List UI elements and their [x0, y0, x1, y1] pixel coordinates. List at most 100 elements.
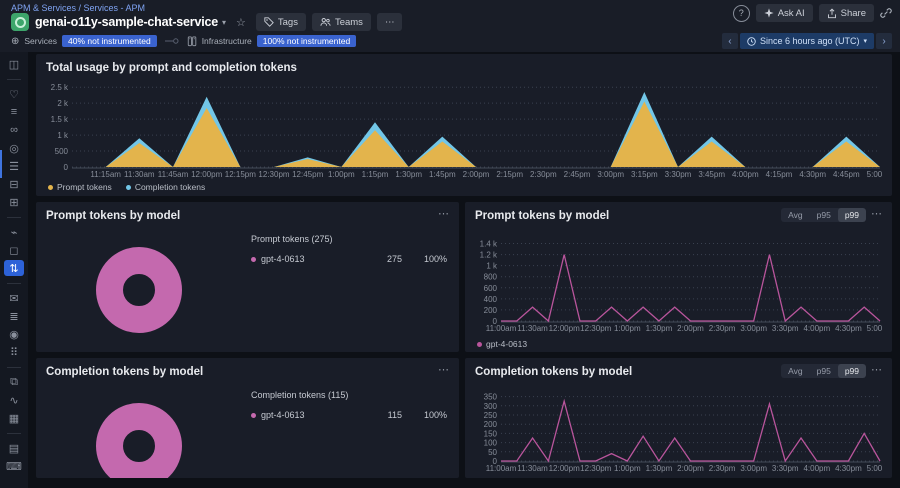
model-percent: 100% [407, 254, 447, 264]
legend-item-completion-tokens[interactable]: Completion tokens [126, 182, 205, 192]
sidebar-item-monitors[interactable]: ⌁ [4, 224, 24, 240]
panel-completion-tokens-line: Completion tokens by model Avg p95 p99 ⋯… [465, 358, 892, 478]
share-button[interactable]: Share [819, 4, 874, 22]
time-range-picker: ‹ Since 6 hours ago (UTC) ▾ › [722, 33, 892, 49]
copy-link-icon[interactable] [880, 7, 892, 19]
toggle-p99[interactable]: p99 [838, 208, 866, 222]
connector-icon [165, 37, 179, 45]
svg-text:1:15pm: 1:15pm [362, 170, 389, 179]
panel-options-icon[interactable]: ⋯ [438, 363, 449, 376]
teams-button[interactable]: Teams [312, 13, 371, 31]
sidebar-item-infrastructure[interactable]: ▤ [4, 440, 24, 456]
panel-prompt-tokens-donut: Prompt tokens by model ⋯ Prompt tokens (… [36, 202, 459, 352]
sidebar-item-security[interactable]: ◉ [4, 326, 24, 342]
time-forward-button[interactable]: › [876, 33, 892, 49]
sparkle-icon [764, 8, 774, 18]
prompt-tokens-line-chart[interactable]: 02004006008001 k1.2 k1.4 k11:00am11:30am… [475, 232, 882, 334]
chevron-down-icon[interactable]: ▾ [222, 18, 226, 27]
services-instrumentation-badge[interactable]: 40% not instrumented [62, 35, 157, 47]
svg-text:4:00pm: 4:00pm [803, 464, 830, 473]
chart-legend[interactable]: gpt-4-0613 [477, 339, 527, 349]
tags-button[interactable]: Tags [256, 13, 306, 31]
sidebar-item-profiling[interactable]: ◎ [4, 140, 24, 156]
sidebar-item-database-monitoring[interactable]: ⊟ [4, 176, 24, 192]
sidebar-item-service-list[interactable]: ≡ [4, 104, 24, 120]
sidebar-item-synthetics[interactable]: ◻ [4, 242, 24, 258]
svg-text:12:00pm: 12:00pm [549, 324, 580, 333]
panel-options-icon[interactable]: ⋯ [871, 363, 882, 376]
toggle-p99[interactable]: p99 [838, 364, 866, 378]
svg-text:3:30pm: 3:30pm [772, 464, 799, 473]
svg-text:1:00pm: 1:00pm [614, 464, 641, 473]
donut-legend: Completion tokens (115) gpt-4-0613 115 1… [251, 390, 447, 420]
sidebar-item-ci[interactable]: ∞ [4, 122, 24, 138]
title-more-options-button[interactable]: ⋯ [377, 13, 403, 31]
donut-legend-row: gpt-4-0613 115 100% [251, 410, 447, 420]
time-back-button[interactable]: ‹ [722, 33, 738, 49]
svg-text:50: 50 [488, 448, 497, 457]
panel-title: Completion tokens by model [36, 358, 459, 378]
legend-dot [48, 185, 53, 190]
svg-text:11:30am: 11:30am [517, 464, 548, 473]
model-label[interactable]: gpt-4-0613 [261, 254, 341, 264]
instrumentation-meta-row: ⊕ Services 40% not instrumented Infrastr… [11, 35, 356, 47]
ask-ai-button[interactable]: Ask AI [756, 4, 813, 22]
sidebar-item-traces[interactable]: ☰ [4, 158, 24, 174]
legend-item-prompt-tokens[interactable]: Prompt tokens [48, 182, 112, 192]
sidebar-item-llm-observability[interactable]: ⇅ [4, 260, 24, 276]
svg-text:1:00pm: 1:00pm [328, 170, 355, 179]
toggle-avg[interactable]: Avg [781, 364, 810, 378]
svg-text:11:15am: 11:15am [90, 170, 121, 179]
total-usage-chart[interactable]: 05001 k1.5 k2 k2.5 k11:15am11:30am11:45a… [46, 78, 882, 180]
toggle-p95[interactable]: p95 [810, 208, 838, 222]
infrastructure-icon [187, 36, 197, 47]
svg-text:11:00am: 11:00am [486, 324, 517, 333]
svg-text:5:00pm: 5:00pm [867, 464, 882, 473]
completion-tokens-line-chart[interactable]: 05010015020025030035011:00am11:30am12:00… [475, 386, 882, 474]
completion-tokens-donut-chart[interactable] [91, 398, 187, 478]
tag-icon [264, 17, 274, 27]
svg-text:4:30pm: 4:30pm [835, 464, 862, 473]
svg-text:11:30am: 11:30am [124, 170, 155, 179]
svg-text:600: 600 [484, 284, 498, 293]
svg-text:3:15pm: 3:15pm [631, 170, 658, 179]
infrastructure-label: Infrastructure [202, 36, 252, 46]
svg-text:350: 350 [484, 393, 498, 402]
sidebar-item-logs[interactable]: ≣ [4, 308, 24, 324]
sidebar-item-terminal[interactable]: ⌨ [4, 458, 24, 474]
favorite-star-icon[interactable]: ☆ [236, 16, 246, 29]
share-icon [827, 8, 837, 19]
sidebar-item-messages[interactable]: ✉ [4, 290, 24, 306]
panel-options-icon[interactable]: ⋯ [438, 207, 449, 220]
svg-text:4:45pm: 4:45pm [833, 170, 860, 179]
sidebar-item-metrics[interactable]: ∿ [4, 392, 24, 408]
panel-options-icon[interactable]: ⋯ [871, 207, 882, 220]
prompt-tokens-donut-chart[interactable] [91, 242, 187, 338]
toggle-avg[interactable]: Avg [781, 208, 810, 222]
svg-text:2:45pm: 2:45pm [564, 170, 591, 179]
time-range-button[interactable]: Since 6 hours ago (UTC) ▾ [740, 33, 874, 49]
svg-text:1:30pm: 1:30pm [646, 324, 673, 333]
donut-legend-title: Completion tokens (115) [251, 390, 447, 400]
sidebar-divider [7, 367, 21, 368]
model-label[interactable]: gpt-4-0613 [261, 410, 341, 420]
svg-text:2.5 k: 2.5 k [51, 83, 69, 92]
svg-text:1:30pm: 1:30pm [395, 170, 422, 179]
svg-text:3:00pm: 3:00pm [740, 324, 767, 333]
teams-button-label: Teams [335, 17, 363, 28]
sidebar-item-integrations[interactable]: ⧉ [4, 374, 24, 390]
sidebar-item-apps[interactable]: ⠿ [4, 344, 24, 360]
sidebar-item-organization[interactable]: ▦ [4, 410, 24, 426]
sidebar-item-watchdog[interactable]: ♡ [4, 86, 24, 102]
page-title[interactable]: genai-o11y-sample-chat-service [35, 15, 218, 29]
svg-text:3:00pm: 3:00pm [597, 170, 624, 179]
sidebar-item-service-map[interactable]: ⊞ [4, 194, 24, 210]
svg-text:2:30pm: 2:30pm [709, 324, 736, 333]
toggle-p95[interactable]: p95 [810, 364, 838, 378]
share-label: Share [841, 8, 866, 19]
help-icon[interactable]: ? [733, 5, 750, 22]
infrastructure-instrumentation-badge[interactable]: 100% not instrumented [257, 35, 356, 47]
svg-text:1.5 k: 1.5 k [51, 115, 69, 124]
breadcrumb[interactable]: APM & Services / Services - APM [11, 3, 145, 13]
sidebar-item-dashboards[interactable]: ◫ [4, 56, 24, 72]
